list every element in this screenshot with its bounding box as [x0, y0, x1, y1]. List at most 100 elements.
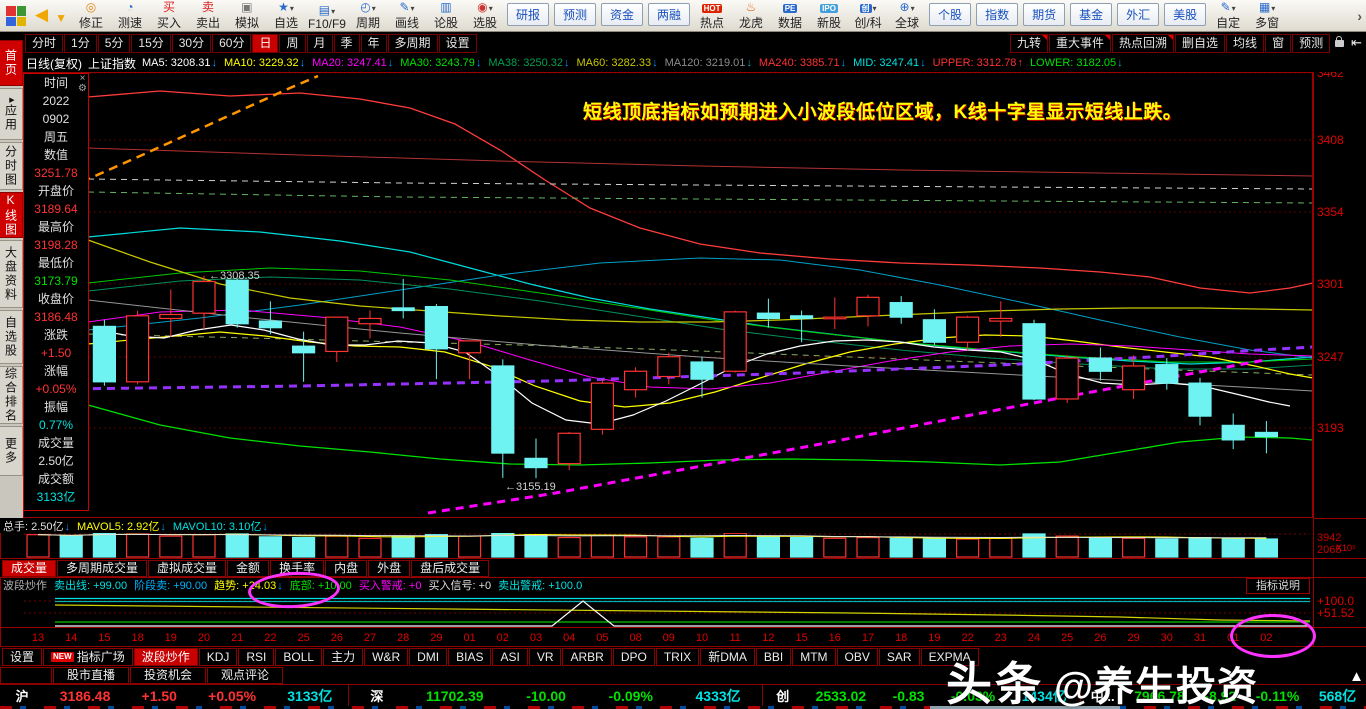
indicator-tab-ARBR[interactable]: ARBR	[562, 647, 612, 666]
period-tab-日[interactable]: 日	[252, 33, 279, 53]
period-tab-多周期[interactable]: 多周期	[387, 33, 438, 53]
svg-text:X10⁵: X10⁵	[1336, 543, 1356, 553]
tool-tab-删自选[interactable]: 删自选	[1175, 33, 1226, 53]
indicator-tab-主力[interactable]: 主力	[323, 647, 364, 666]
volume-tab-内盘[interactable]: 内盘	[325, 559, 368, 577]
back-icon[interactable]: ◀	[35, 5, 48, 25]
tool-tab-九转[interactable]: 九转	[1009, 33, 1048, 53]
toolbar-item-创/科[interactable]: 创 ▾ 创/科	[849, 1, 887, 31]
indicator-tab-RSI[interactable]: RSI	[238, 647, 275, 666]
market-button-个股[interactable]: 个股	[929, 3, 972, 26]
toolbar-item-模拟[interactable]: ▣ 模拟	[228, 1, 266, 31]
toolbar-button-资金[interactable]: 资金	[601, 3, 644, 26]
live-tab-观点评论[interactable]: 观点评论	[207, 666, 284, 684]
period-tab-分时[interactable]: 分时	[25, 33, 64, 53]
market-button-基金[interactable]: 基金	[1070, 3, 1113, 26]
period-tab-设置[interactable]: 设置	[438, 33, 477, 53]
volume-tab-金额[interactable]: 金额	[227, 559, 270, 577]
indicator-value: 卖出警戒: +100.0	[498, 580, 583, 592]
toolbar-item-周期[interactable]: ◴▾ 周期	[349, 1, 387, 31]
down-icon[interactable]: ▼	[55, 11, 67, 25]
volume-tab-多周期成交量[interactable]: 多周期成交量	[57, 559, 148, 577]
indicator-tab-BIAS[interactable]: BIAS	[448, 647, 492, 666]
market-button-美股[interactable]: 美股	[1164, 3, 1207, 26]
indicator-tab-指标广场[interactable]: NEW 指标广场	[43, 647, 133, 666]
toolbar-item-新股[interactable]: IPO 新股	[810, 1, 848, 31]
tab-label: ARBR	[570, 649, 604, 664]
period-tab-60分[interactable]: 60分	[212, 33, 252, 53]
market-button-指数[interactable]: 指数	[976, 3, 1019, 26]
indicator-tab-DPO[interactable]: DPO	[612, 647, 655, 666]
toolbar-item-自选[interactable]: ★▾ 自选	[267, 1, 305, 31]
indicator-tab-ASI[interactable]: ASI	[492, 647, 528, 666]
index-group-沪[interactable]: 沪 3186.48 +1.50 +0.05% 3133亿	[0, 685, 348, 706]
indicator-tab-VR[interactable]: VR	[528, 647, 562, 666]
live-tab-投资机会[interactable]: 投资机会	[130, 666, 207, 684]
toolbar-item-选股[interactable]: ◉▾ 选股	[466, 1, 504, 31]
indicator-tab-BOLL[interactable]: BOLL	[275, 647, 323, 666]
gear-icon[interactable]: ⚙	[78, 84, 87, 94]
toolbar-item-卖出[interactable]: 卖卖出	[189, 1, 227, 31]
app-logo[interactable]	[6, 6, 26, 26]
toolbar-item-修正[interactable]: ◎ 修正	[72, 1, 110, 31]
expand-toolbar-icon[interactable]: ›	[1357, 8, 1362, 24]
toolbar-item-数据[interactable]: PE 数据	[771, 1, 809, 31]
volume-tab-成交量[interactable]: 成交量	[2, 559, 57, 577]
indicator-tab-KDJ[interactable]: KDJ	[198, 647, 238, 666]
market-button-期货[interactable]: 期货	[1023, 3, 1066, 26]
toolbar-item-测速[interactable]: ◔ 测速	[111, 1, 149, 31]
自选-icon: ★▾	[278, 0, 294, 14]
indicator-tab-DMI[interactable]: DMI	[409, 647, 448, 666]
indicator-tab-BBI[interactable]: BBI	[755, 647, 792, 666]
indicator-tab-波段炒作[interactable]: 波段炒作	[133, 647, 198, 666]
volume-tab-盘后成交量[interactable]: 盘后成交量	[411, 559, 490, 577]
toolbar-item-热点[interactable]: HOT 热点	[693, 1, 731, 31]
live-tab-股市直播[interactable]: 股市直播	[53, 666, 130, 684]
toolbar-item-论股[interactable]: ▥ 论股	[427, 1, 465, 31]
volume-tab-外盘[interactable]: 外盘	[368, 559, 411, 577]
toolbar-button-预测[interactable]: 预测	[554, 3, 597, 26]
period-tab-1分[interactable]: 1分	[64, 33, 97, 53]
indicator-help-button[interactable]: 指标说明	[1246, 578, 1310, 594]
toolbar-item-龙虎[interactable]: ♨ 龙虎	[732, 1, 770, 31]
scroll-top-icon[interactable]: ▲	[1349, 668, 1364, 685]
collapse-icon[interactable]: ⇤	[1351, 35, 1362, 51]
toolbar-item-买入[interactable]: 买买入	[150, 1, 188, 31]
period-tab-月[interactable]: 月	[306, 33, 333, 53]
indicator-tab-设置[interactable]: 设置	[2, 647, 43, 666]
volume-tab-虚拟成交量[interactable]: 虚拟成交量	[148, 559, 227, 577]
tool-tab-热点回溯[interactable]: 热点回溯	[1112, 33, 1175, 53]
period-tab-季[interactable]: 季	[333, 33, 360, 53]
period-tab-30分[interactable]: 30分	[171, 33, 212, 53]
indicator-tab-MTM[interactable]: MTM	[792, 647, 836, 666]
period-tab-周[interactable]: 周	[279, 33, 306, 53]
period-tab-年[interactable]: 年	[360, 33, 387, 53]
index-group-深[interactable]: 深 11702.39 -10.00 -0.09% 4333亿	[348, 685, 762, 706]
toolbar-item-自定[interactable]: ✎▾ 自定	[1209, 1, 1247, 31]
toolbar-item-F10/F9[interactable]: ▤▾ F10/F9	[306, 1, 348, 32]
toolbar-item-label: 卖出	[195, 16, 220, 30]
tool-tab-窗[interactable]: 窗	[1265, 33, 1292, 53]
new-badge: NEW	[51, 651, 74, 662]
date-label: 25	[1061, 632, 1073, 644]
line-mid-cyan	[87, 227, 1314, 365]
toolbar-item-画线[interactable]: ✎▾ 画线	[388, 1, 426, 31]
toolbar-button-两融[interactable]: 两融	[648, 3, 691, 26]
indicator-tab-W&R[interactable]: W&R	[364, 647, 409, 666]
toolbar-item-全球[interactable]: ⊕▾ 全球	[888, 1, 926, 31]
indicator-line-trend	[54, 604, 1311, 622]
toolbar-item-多窗[interactable]: ▦▾ 多窗	[1248, 1, 1286, 31]
indicator-tab-新DMA[interactable]: 新DMA	[700, 647, 755, 666]
indicator-tab-OBV[interactable]: OBV	[836, 647, 878, 666]
lock-icon[interactable]	[1335, 35, 1345, 47]
tool-tab-预测[interactable]: 预测	[1292, 33, 1331, 53]
toolbar-button-研报[interactable]: 研报	[506, 3, 549, 26]
tool-tab-重大事件[interactable]: 重大事件	[1049, 33, 1112, 53]
market-button-外汇[interactable]: 外汇	[1117, 3, 1160, 26]
indicator-tab-TRIX[interactable]: TRIX	[655, 647, 700, 666]
period-tab-5分[interactable]: 5分	[97, 33, 131, 53]
main-toolbar: ◀ ▼ ◎ 修正 ◔ 测速买买入卖卖出 ▣ 模拟 ★▾ 自选 ▤▾ F10/F9 ◴▾ 周期 ✎▾ 画线 ▥ 论股…	[0, 0, 1366, 32]
period-tab-15分[interactable]: 15分	[131, 33, 171, 53]
indicator-tab-SAR[interactable]: SAR	[878, 647, 920, 666]
tool-tab-均线[interactable]: 均线	[1226, 33, 1265, 53]
